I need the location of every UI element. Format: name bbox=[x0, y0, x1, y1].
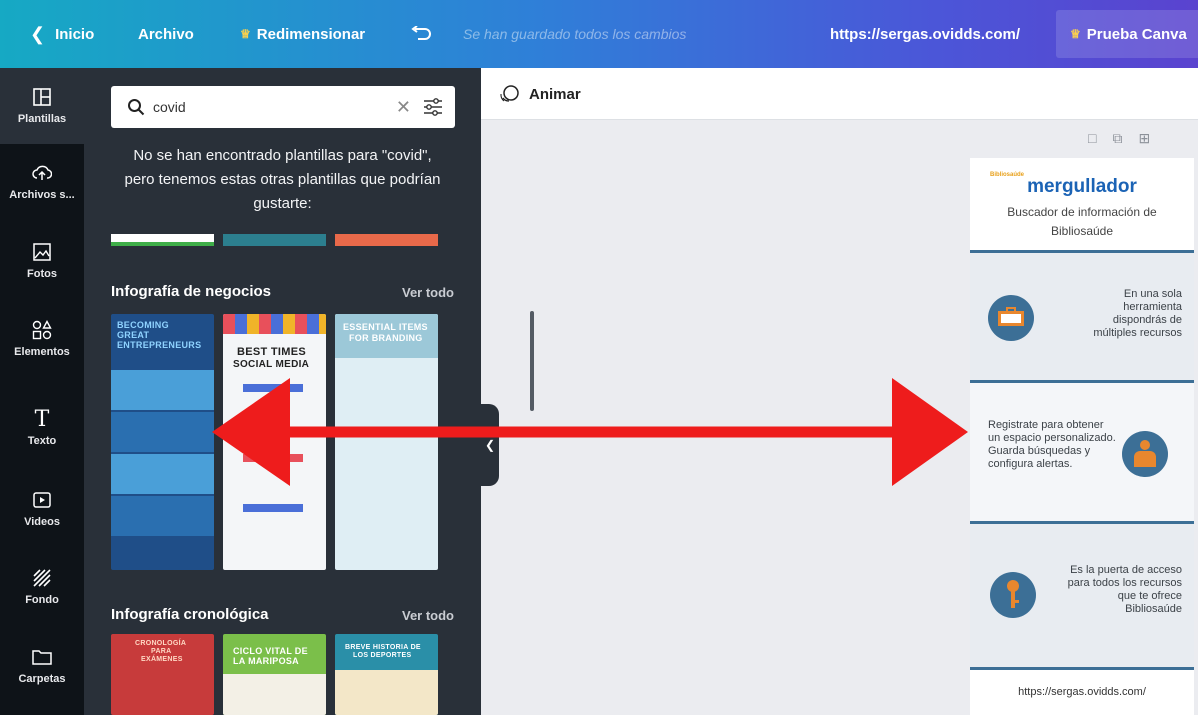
shapes-icon bbox=[32, 320, 52, 340]
section-title: Infografía de negocios bbox=[111, 283, 272, 300]
rail-label: Fondo bbox=[25, 594, 59, 606]
panel-scrollbar[interactable] bbox=[530, 311, 534, 411]
design-header: Bibliosaúde mergullador Buscador de info… bbox=[970, 158, 1194, 250]
template-line: EXÁMENES bbox=[141, 656, 183, 663]
key-icon bbox=[990, 572, 1036, 618]
clear-search-icon[interactable]: ✕ bbox=[396, 97, 411, 118]
search-icon bbox=[128, 99, 145, 116]
design-block: Es la puerta de acceso para todos los re… bbox=[970, 524, 1194, 667]
animate-button[interactable]: Animar bbox=[499, 68, 581, 120]
block-text: En una sola herramienta dispondrás de mú… bbox=[1093, 288, 1182, 339]
chevron-left-icon: ❮ bbox=[484, 438, 496, 452]
template-thumb-partial[interactable] bbox=[223, 234, 326, 246]
crown-icon: ♕ bbox=[240, 27, 251, 41]
template-line: LA MARIPOSA bbox=[233, 656, 299, 666]
text-icon: T bbox=[34, 406, 50, 432]
trial-label: Prueba Canva bbox=[1086, 25, 1187, 43]
no-results-message: No se han encontrado plantillas para "co… bbox=[124, 147, 441, 212]
toolbox-icon bbox=[988, 295, 1034, 341]
background-icon bbox=[32, 568, 52, 588]
home-button[interactable]: ❮ Inicio bbox=[30, 0, 94, 68]
add-note-icon[interactable]: □ bbox=[1088, 130, 1096, 147]
section-title: Infografía cronológica bbox=[111, 606, 269, 623]
template-thumb[interactable]: BEST TIMES SOCIAL MEDIA bbox=[223, 314, 326, 570]
canvas-toolbar: Animar bbox=[481, 68, 1198, 120]
template-thumb[interactable]: CICLO VITAL DE LA MARIPOSA bbox=[223, 634, 326, 715]
template-line: FOR BRANDING bbox=[349, 333, 423, 343]
upload-cloud-icon bbox=[32, 163, 52, 183]
undo-button[interactable] bbox=[410, 0, 432, 68]
rail-item-folders[interactable]: Carpetas bbox=[0, 628, 84, 704]
rail-item-videos[interactable]: Videos bbox=[0, 471, 84, 547]
rail-item-background[interactable]: Fondo bbox=[0, 549, 84, 625]
see-all-link[interactable]: Ver todo bbox=[402, 608, 454, 623]
template-line: PARA bbox=[151, 648, 172, 655]
rail-label: Elementos bbox=[14, 346, 70, 358]
person-icon bbox=[1122, 431, 1168, 477]
rail-item-text[interactable]: T Texto bbox=[0, 390, 84, 466]
template-line: SOCIAL MEDIA bbox=[233, 359, 310, 370]
video-icon bbox=[32, 490, 52, 510]
rail-label: Carpetas bbox=[18, 673, 66, 685]
rail-label: Plantillas bbox=[17, 113, 67, 125]
undo-icon bbox=[411, 26, 431, 40]
template-line: GREAT bbox=[117, 330, 150, 340]
template-thumb[interactable]: BREVE HISTORIA DE LOS DEPORTES bbox=[335, 634, 438, 715]
rail-item-templates[interactable]: Plantillas bbox=[0, 68, 84, 144]
brand-logo: mergullador bbox=[1027, 176, 1137, 197]
chevron-left-icon: ❮ bbox=[30, 23, 46, 44]
rail-label: Fotos bbox=[27, 268, 57, 280]
template-line: CRONOLOGÍA bbox=[135, 640, 187, 647]
saved-status: Se han guardado todos los cambios bbox=[463, 26, 687, 42]
side-rail: Plantillas Archivos s... Fotos Elementos… bbox=[0, 68, 84, 715]
file-menu-button[interactable]: Archivo bbox=[138, 0, 194, 68]
template-line: BEST TIMES bbox=[237, 346, 307, 358]
template-thumb-partial[interactable] bbox=[111, 234, 214, 246]
templates-icon bbox=[32, 87, 52, 107]
rail-label: Videos bbox=[24, 516, 60, 528]
block-text: Es la puerta de acceso para todos los re… bbox=[1067, 564, 1182, 615]
filter-icon[interactable] bbox=[423, 98, 443, 116]
design-page[interactable]: Bibliosaúde mergullador Buscador de info… bbox=[970, 158, 1194, 715]
page-tools: □ ⧉ ⊞ bbox=[1088, 130, 1150, 147]
template-line: BREVE HISTORIA DE bbox=[345, 644, 421, 651]
rail-item-elements[interactable]: Elementos bbox=[0, 301, 84, 377]
design-block: En una sola herramienta dispondrás de mú… bbox=[970, 253, 1194, 380]
add-page-icon[interactable]: ⊞ bbox=[1138, 130, 1150, 147]
design-footer-url: https://sergas.ovidds.com/ bbox=[970, 670, 1194, 715]
template-thumb[interactable]: CRONOLOGÍA PARA EXÁMENES bbox=[111, 634, 214, 715]
animate-icon bbox=[500, 85, 519, 102]
templates-panel: ✕ No se han encontrado plantillas para "… bbox=[84, 68, 534, 715]
rail-label: Archivos s... bbox=[9, 189, 75, 201]
template-line: LOS DEPORTES bbox=[353, 652, 412, 659]
rail-item-photos[interactable]: Fotos bbox=[0, 223, 84, 299]
collapse-panel-button[interactable]: ❮ bbox=[481, 404, 499, 486]
resize-label: Redimensionar bbox=[256, 25, 366, 43]
trial-button[interactable]: ♕ Prueba Canva bbox=[1056, 10, 1198, 58]
block-text: Registrate para obtener un espacio perso… bbox=[988, 419, 1116, 470]
photo-icon bbox=[32, 242, 52, 262]
see-all-link[interactable]: Ver todo bbox=[402, 285, 454, 300]
template-line: ENTREPRENEURS bbox=[117, 340, 202, 350]
site-url[interactable]: https://sergas.ovidds.com/ bbox=[830, 0, 1020, 68]
search-box[interactable]: ✕ bbox=[111, 86, 455, 128]
duplicate-page-icon[interactable]: ⧉ bbox=[1112, 130, 1122, 147]
template-thumb[interactable]: ESSENTIAL ITEMS FOR BRANDING bbox=[335, 314, 438, 570]
rail-label: Texto bbox=[27, 435, 57, 447]
animate-label: Animar bbox=[529, 85, 581, 103]
design-block: Registrate para obtener un espacio perso… bbox=[970, 383, 1194, 521]
crown-icon: ♕ bbox=[1070, 27, 1081, 41]
template-line: ESSENTIAL ITEMS bbox=[343, 322, 428, 332]
home-label: Inicio bbox=[55, 25, 95, 43]
top-bar: ❮ Inicio Archivo ♕ Redimensionar Se han … bbox=[0, 0, 1198, 68]
search-input[interactable] bbox=[153, 99, 373, 115]
template-line: CICLO VITAL DE bbox=[233, 646, 308, 656]
folder-icon bbox=[32, 647, 52, 667]
template-thumb[interactable]: BECOMING GREAT ENTREPRENEURS bbox=[111, 314, 214, 570]
design-subtitle: Buscador de información de Bibliosaúde bbox=[1007, 205, 1157, 238]
rail-item-uploads[interactable]: Archivos s... bbox=[0, 144, 84, 220]
resize-button[interactable]: ♕ Redimensionar bbox=[240, 0, 365, 68]
template-line: BECOMING bbox=[117, 320, 169, 330]
template-thumb-partial[interactable] bbox=[335, 234, 438, 246]
